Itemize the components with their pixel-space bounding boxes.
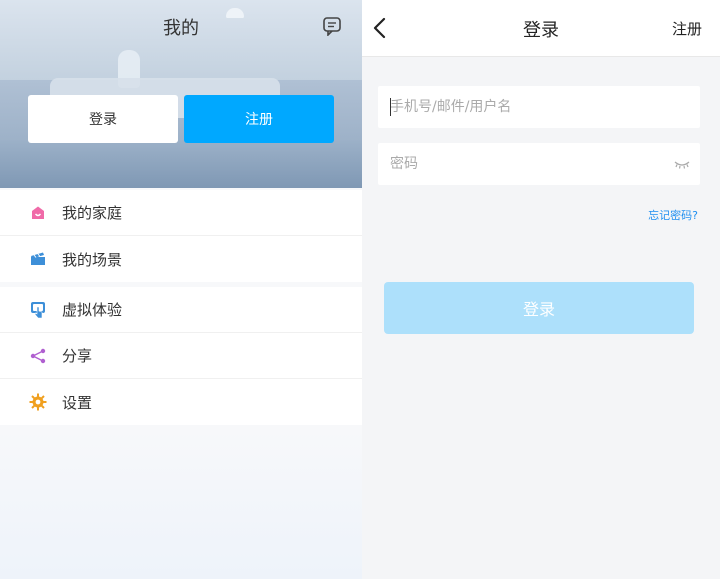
profile-panel: 我的 登录 注册 我的家庭 我的场景 虚拟体验 分享 设置 [0,0,362,579]
login-button[interactable]: 登录 [28,95,178,143]
eye-closed-icon[interactable] [674,157,690,171]
touch-screen-icon [28,300,48,320]
menu-item-settings[interactable]: 设置 [0,379,362,425]
menu-item-my-family[interactable]: 我的家庭 [0,190,362,236]
submit-login-button[interactable]: 登录 [384,282,694,334]
menu-item-label: 分享 [62,347,93,365]
menu-item-label: 设置 [62,393,93,412]
register-button[interactable]: 注册 [184,95,334,143]
login-top-bar: 登录 注册 [362,0,720,57]
login-panel: 登录 注册 忘记密码? 登录 [362,0,720,579]
username-field-container [378,86,700,128]
page-title: 登录 [523,20,559,41]
menu-item-label: 我的家庭 [62,204,123,222]
menu-item-virtual-experience[interactable]: 虚拟体验 [0,287,362,333]
forgot-password-link[interactable]: 忘记密码? [648,207,698,223]
text-caret [390,98,391,116]
menu-item-label: 我的场景 [62,250,123,269]
house-icon [28,203,48,223]
message-icon[interactable] [322,16,342,36]
banner-wall [0,0,362,80]
menu-item-share[interactable]: 分享 [0,333,362,379]
profile-title: 我的 [163,18,199,39]
menu-group-misc: 虚拟体验 分享 设置 [0,287,362,425]
password-input[interactable] [378,143,700,185]
password-field-container [378,143,700,185]
register-link[interactable]: 注册 [672,18,702,39]
username-input[interactable] [378,86,700,128]
clapperboard-icon [28,249,48,269]
banner-floor [0,140,362,188]
share-icon [28,346,48,366]
menu-item-label: 虚拟体验 [62,301,123,319]
menu-group-home: 我的家庭 我的场景 [0,190,362,282]
gear-icon [28,392,48,412]
menu-item-my-scenes[interactable]: 我的场景 [0,236,362,282]
